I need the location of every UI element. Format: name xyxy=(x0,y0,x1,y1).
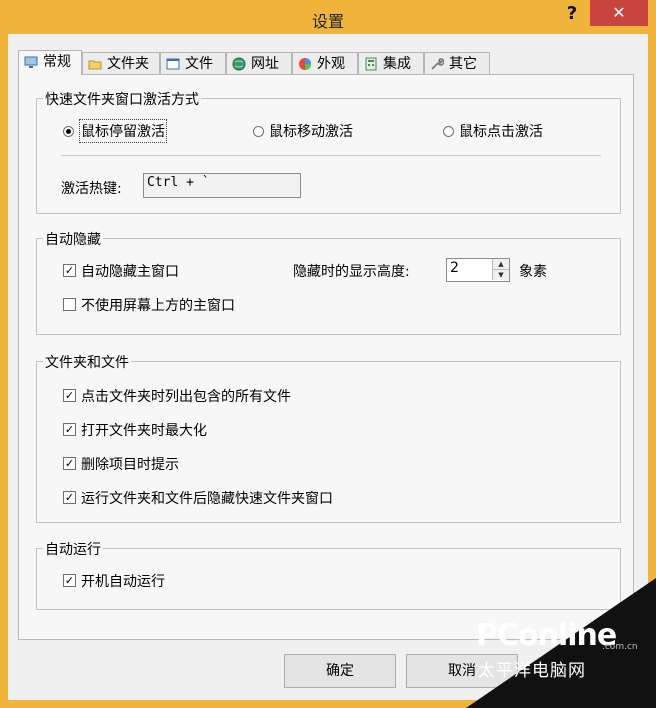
files-legend: 文件夹和文件 xyxy=(43,352,131,372)
checkbox-autorun-label[interactable]: 开机自动运行 xyxy=(81,571,165,591)
hide-height-spinner[interactable]: 2 ▲ ▼ xyxy=(446,258,510,282)
radio-click-label[interactable]: 鼠标点击激活 xyxy=(459,121,543,141)
tab-label: 网址 xyxy=(251,56,279,72)
checkbox-no-top[interactable] xyxy=(63,298,76,311)
watermark-brand: PConline xyxy=(476,618,617,653)
checkbox-delete-prompt-label[interactable]: 删除项目时提示 xyxy=(81,454,179,474)
autohide-legend: 自动隐藏 xyxy=(43,229,103,249)
tab-folder[interactable]: 文件夹 xyxy=(82,52,160,74)
hide-height-label: 隐藏时的显示高度: xyxy=(293,264,410,280)
tab-label: 文件夹 xyxy=(107,56,149,72)
monitor-icon xyxy=(24,55,38,69)
autohide-group: 自动隐藏 ✓ 自动隐藏主窗口 不使用屏幕上方的主窗口 隐藏时的显示高度: 2 ▲… xyxy=(36,229,621,335)
checkbox-no-top-label[interactable]: 不使用屏幕上方的主窗口 xyxy=(81,295,235,315)
folder-icon xyxy=(88,57,102,71)
divider xyxy=(61,155,601,156)
watermark-chinese: 太平洋电脑网 xyxy=(478,661,586,681)
radio-hover[interactable] xyxy=(63,126,74,137)
autorun-legend: 自动运行 xyxy=(43,539,103,559)
tab-label: 集成 xyxy=(383,56,411,72)
watermark-domain: .com.cn xyxy=(602,642,638,652)
checkbox-list-files-label[interactable]: 点击文件夹时列出包含的所有文件 xyxy=(81,386,291,406)
hide-height-unit: 象素 xyxy=(519,264,547,280)
globe-icon xyxy=(232,57,246,71)
checkbox-hide-main-label[interactable]: 自动隐藏主窗口 xyxy=(81,261,179,281)
tab-label: 其它 xyxy=(449,56,477,72)
tab-appearance[interactable]: 外观 xyxy=(292,52,358,74)
checkbox-hide-main[interactable]: ✓ xyxy=(63,264,76,277)
ok-button[interactable]: 确定 xyxy=(284,654,396,688)
palette-icon xyxy=(298,57,312,71)
radio-move[interactable] xyxy=(253,126,264,137)
radio-move-label[interactable]: 鼠标移动激活 xyxy=(269,121,353,141)
title-bar[interactable]: 设置 ? ✕ xyxy=(0,0,656,34)
checkbox-hide-after-run-label[interactable]: 运行文件夹和文件后隐藏快速文件夹窗口 xyxy=(81,488,333,508)
calculator-icon xyxy=(364,57,378,71)
spin-down-icon[interactable]: ▼ xyxy=(492,270,509,280)
tab-integration[interactable]: 集成 xyxy=(358,52,424,74)
radio-hover-label[interactable]: 鼠标停留激活 xyxy=(79,119,167,143)
checkbox-maximize[interactable]: ✓ xyxy=(63,423,76,436)
radio-click[interactable] xyxy=(443,126,454,137)
hotkey-input[interactable]: Ctrl + ` xyxy=(143,173,301,198)
watermark: PConline .com.cn 太平洋电脑网 xyxy=(472,618,656,708)
tab-file[interactable]: 文件 xyxy=(160,52,226,74)
settings-window: 设置 ? ✕ 常规 文件夹 文件 网址 外观 集成 其它 快速文件夹窗口激活方式… xyxy=(0,0,656,708)
activation-legend: 快速文件夹窗口激活方式 xyxy=(43,89,201,109)
tab-url[interactable]: 网址 xyxy=(226,52,292,74)
tab-general[interactable]: 常规 xyxy=(18,50,82,75)
tab-label: 常规 xyxy=(43,54,71,70)
checkbox-autorun[interactable]: ✓ xyxy=(63,574,76,587)
file-icon xyxy=(166,57,180,71)
hide-height-value: 2 xyxy=(450,260,459,276)
checkbox-delete-prompt[interactable]: ✓ xyxy=(63,457,76,470)
activation-group: 快速文件夹窗口激活方式 鼠标停留激活 鼠标移动激活 鼠标点击激活 激活热键: C… xyxy=(36,89,621,214)
help-button[interactable]: ? xyxy=(557,2,587,26)
files-group: 文件夹和文件 ✓ 点击文件夹时列出包含的所有文件 ✓ 打开文件夹时最大化 ✓ 删… xyxy=(36,352,621,523)
checkbox-hide-after-run[interactable]: ✓ xyxy=(63,491,76,504)
checkbox-list-files[interactable]: ✓ xyxy=(63,389,76,402)
spin-up-icon[interactable]: ▲ xyxy=(492,259,509,270)
tab-label: 文件 xyxy=(185,56,213,72)
tab-other[interactable]: 其它 xyxy=(424,52,490,74)
wrench-icon xyxy=(430,57,445,71)
checkbox-maximize-label[interactable]: 打开文件夹时最大化 xyxy=(81,420,207,440)
general-panel: 快速文件夹窗口激活方式 鼠标停留激活 鼠标移动激活 鼠标点击激活 激活热键: C… xyxy=(18,74,634,640)
hotkey-label: 激活热键: xyxy=(61,181,122,197)
close-button[interactable]: ✕ xyxy=(590,0,648,26)
tab-label: 外观 xyxy=(317,56,345,72)
